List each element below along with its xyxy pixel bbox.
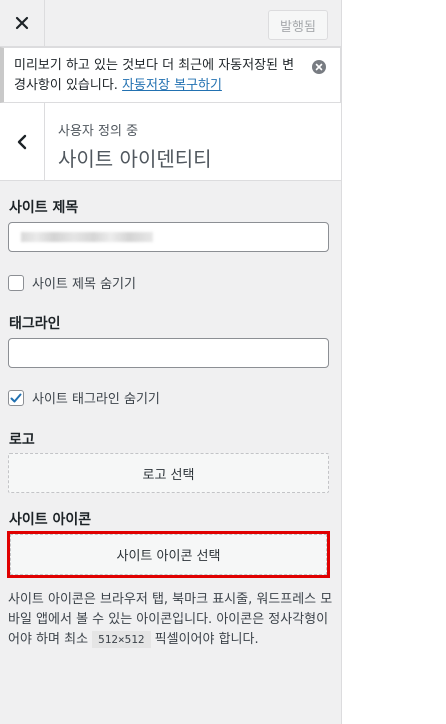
- close-button[interactable]: [0, 0, 45, 46]
- site-icon-label: 사이트 아이콘: [9, 512, 92, 528]
- site-title-input[interactable]: [8, 222, 329, 252]
- chevron-left-icon: [17, 134, 27, 149]
- customizer-header: 발행됨: [0, 0, 341, 47]
- site-icon-description: 사이트 아이콘은 브라우저 탭, 북마크 표시줄, 워드프레스 모바일 앱에서 …: [8, 590, 333, 650]
- site-icon-desc-text-end: 픽셀이어야 합니다.: [150, 632, 259, 647]
- hide-tagline-label: 사이트 태그라인 숨기기: [32, 392, 160, 407]
- checkmark-icon: [10, 393, 22, 402]
- logo-label: 로고: [9, 432, 35, 448]
- dismiss-notice-button[interactable]: [312, 60, 326, 74]
- hide-tagline-checkbox[interactable]: [8, 389, 24, 406]
- hide-site-title-checkbox[interactable]: [8, 274, 24, 291]
- customizer-panel: 발행됨 미리보기 하고 있는 것보다 더 최근에 자동저장된 변경사항이 있습니…: [0, 0, 342, 724]
- breadcrumb: 사용자 정의 중: [58, 124, 139, 139]
- restore-autosave-link[interactable]: 자동저장 복구하기: [122, 78, 222, 93]
- select-logo-button[interactable]: 로고 선택: [8, 453, 329, 493]
- site-icon-size-code: 512×512: [92, 631, 151, 648]
- section-title: 사이트 아이덴티티: [58, 147, 212, 171]
- autosave-notice: 미리보기 하고 있는 것보다 더 최근에 자동저장된 변경사항이 있습니다. 자…: [0, 47, 341, 103]
- publish-button[interactable]: 발행됨: [268, 10, 328, 40]
- hide-site-title-label: 사이트 제목 숨기기: [32, 277, 136, 292]
- hide-site-title-checkbox-row[interactable]: 사이트 제목 숨기기: [8, 273, 136, 292]
- dismiss-icon: [315, 63, 323, 71]
- tagline-input[interactable]: [8, 338, 329, 368]
- section-header: 사용자 정의 중 사이트 아이덴티티: [0, 103, 341, 181]
- tagline-label: 태그라인: [9, 316, 61, 332]
- site-title-label: 사이트 제목: [9, 200, 79, 216]
- select-site-icon-button[interactable]: 사이트 아이콘 선택: [10, 534, 327, 575]
- blurred-site-title-value: [21, 232, 153, 242]
- back-button[interactable]: [0, 103, 45, 180]
- close-icon: [15, 16, 29, 30]
- preview-area: [342, 0, 446, 724]
- hide-tagline-checkbox-row[interactable]: 사이트 태그라인 숨기기: [8, 388, 160, 407]
